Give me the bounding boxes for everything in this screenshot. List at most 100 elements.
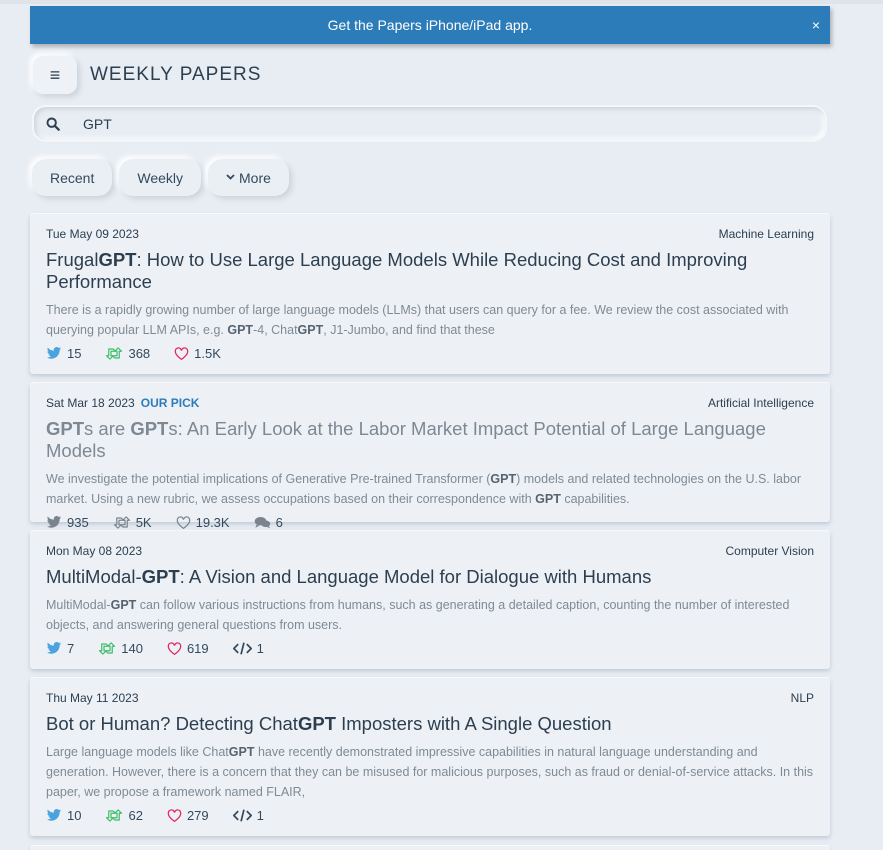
tweet[interactable]: 7 bbox=[46, 641, 74, 656]
comment-icon bbox=[254, 516, 276, 529]
paper-title[interactable]: FrugalGPT: How to Use Large Language Mod… bbox=[46, 249, 814, 293]
tweet[interactable]: 10 bbox=[46, 808, 81, 823]
app-banner[interactable]: Get the Papers iPhone/iPad app. × bbox=[30, 6, 830, 44]
weekly-button[interactable]: Weekly bbox=[119, 159, 202, 196]
paper-category[interactable]: NLP bbox=[791, 691, 814, 705]
banner-text[interactable]: Get the Papers iPhone/iPad app. bbox=[328, 17, 533, 33]
paper-stats: 10 62 279 1 bbox=[46, 808, 814, 823]
highlight-term: GPT bbox=[535, 492, 561, 506]
comment[interactable]: 6 bbox=[254, 515, 283, 530]
tweet-count: 935 bbox=[67, 515, 89, 530]
comment-count: 6 bbox=[275, 515, 283, 530]
retweet-icon bbox=[113, 516, 136, 529]
more-label: More bbox=[239, 169, 271, 186]
retweet[interactable]: 140 bbox=[98, 641, 143, 656]
like[interactable]: 619 bbox=[167, 641, 209, 656]
top-edge bbox=[0, 0, 883, 4]
text-segment: We investigate the potential implication… bbox=[46, 472, 491, 486]
page-title: WEEKLY PAPERS bbox=[90, 64, 262, 85]
like[interactable]: 19.3K bbox=[176, 515, 230, 530]
paper-date: Mon May 08 2023 bbox=[46, 544, 143, 558]
paper-date-group: Sat Mar 18 2023 OUR PICK bbox=[46, 396, 199, 410]
like-count: 1.5K bbox=[194, 346, 221, 361]
paper-card[interactable]: Thu May 11 2023 NLP Bot or Human? Detectin… bbox=[30, 678, 830, 836]
search-input[interactable] bbox=[83, 115, 783, 132]
tweet-count: 15 bbox=[67, 346, 82, 361]
highlight-term: GPT bbox=[297, 323, 324, 337]
like-icon bbox=[176, 516, 196, 529]
code[interactable]: 1 bbox=[232, 641, 264, 656]
code-count: 1 bbox=[256, 808, 264, 823]
text-segment: : A Vision and Language Model for Dialog… bbox=[179, 566, 652, 587]
text-segment: : How to Use Large Language Models While… bbox=[46, 249, 748, 292]
paper-date: Tue May 09 2023 bbox=[46, 227, 139, 241]
text-segment: MultiModal- bbox=[46, 598, 111, 612]
paper-category[interactable]: Machine Learning bbox=[719, 227, 814, 241]
retweet-count: 62 bbox=[128, 808, 143, 823]
paper-date: Sat Mar 18 2023 bbox=[46, 396, 135, 410]
paper-category[interactable]: Computer Vision bbox=[726, 544, 815, 558]
code[interactable]: 1 bbox=[232, 808, 264, 823]
paper-stats: 15 368 1.5K bbox=[46, 346, 814, 361]
hamburger-icon: ≡ bbox=[49, 64, 61, 85]
like-count: 279 bbox=[186, 808, 209, 823]
highlight-term: GPT bbox=[490, 472, 517, 486]
close-icon[interactable]: × bbox=[812, 18, 820, 32]
highlight-term: GPT bbox=[228, 745, 255, 759]
highlight-term: GPT bbox=[141, 566, 180, 587]
page-header: ≡ WEEKLY PAPERS bbox=[33, 56, 261, 94]
paper-meta: Mon May 08 2023 Computer Vision bbox=[46, 544, 814, 558]
highlight-term: GPT bbox=[110, 598, 137, 612]
menu-button[interactable]: ≡ bbox=[33, 56, 77, 94]
retweet-icon bbox=[98, 642, 121, 655]
text-segment: MultiModal- bbox=[46, 566, 142, 587]
paper-date: Thu May 11 2023 bbox=[46, 691, 139, 705]
code-icon bbox=[232, 809, 257, 822]
tweet[interactable]: 15 bbox=[46, 346, 81, 361]
paper-date-group: Mon May 08 2023 bbox=[46, 544, 142, 558]
more-button[interactable]: More bbox=[208, 159, 289, 196]
like-icon bbox=[167, 809, 187, 822]
our-pick-badge: OUR PICK bbox=[140, 396, 200, 410]
text-segment: capabilities. bbox=[560, 492, 630, 506]
paper-title[interactable]: GPTs are GPTs: An Early Look at the Labo… bbox=[46, 418, 814, 462]
paper-meta: Sat Mar 18 2023 OUR PICK Artificial Intell… bbox=[46, 396, 814, 410]
retweet[interactable]: 5K bbox=[113, 515, 152, 530]
retweet-icon bbox=[105, 809, 128, 822]
tweet-count: 10 bbox=[67, 808, 82, 823]
paper-title[interactable]: MultiModal-GPT: A Vision and Language Mo… bbox=[46, 566, 814, 588]
paper-card[interactable]: Sat Mar 18 2023 OUR PICK Artificial Intell… bbox=[30, 383, 830, 530]
paper-title[interactable]: Bot or Human? Detecting ChatGPT Imposter… bbox=[46, 713, 814, 735]
paper-abstract: There is a rapidly growing number of lar… bbox=[46, 300, 814, 340]
highlight-term: GPT bbox=[130, 418, 169, 439]
paper-card-partial bbox=[30, 846, 830, 850]
text-segment: Frugal bbox=[46, 249, 99, 270]
paper-date-group: Tue May 09 2023 bbox=[46, 227, 139, 241]
paper-abstract: MultiModal-GPT can follow various instru… bbox=[46, 595, 814, 635]
text-segment: Large language models like Chat bbox=[46, 745, 229, 759]
retweet-icon bbox=[105, 347, 128, 360]
paper-meta: Thu May 11 2023 NLP bbox=[46, 691, 814, 705]
paper-category[interactable]: Artificial Intelligence bbox=[708, 396, 814, 410]
search-icon bbox=[46, 117, 60, 131]
like-icon bbox=[174, 347, 194, 360]
code-count: 1 bbox=[256, 641, 264, 656]
search-bar[interactable] bbox=[34, 107, 825, 140]
paper-card[interactable]: Mon May 08 2023 Computer Vision MultiModal… bbox=[30, 531, 830, 669]
recent-button[interactable]: Recent bbox=[32, 159, 113, 196]
paper-abstract: We investigate the potential implication… bbox=[46, 469, 814, 509]
text-segment: s are bbox=[84, 418, 131, 439]
like[interactable]: 279 bbox=[167, 808, 209, 823]
retweet[interactable]: 62 bbox=[105, 808, 143, 823]
like[interactable]: 1.5K bbox=[174, 346, 221, 361]
paper-card[interactable]: Tue May 09 2023 Machine Learning FrugalGPT… bbox=[30, 214, 830, 374]
paper-abstract: Large language models like ChatGPT have … bbox=[46, 742, 814, 802]
tweet-icon bbox=[46, 347, 67, 360]
like-count: 619 bbox=[186, 641, 209, 656]
text-segment: Bot or Human? Detecting Chat bbox=[46, 713, 298, 734]
retweet[interactable]: 368 bbox=[105, 346, 150, 361]
tweet[interactable]: 935 bbox=[46, 515, 89, 530]
like-icon bbox=[167, 642, 187, 655]
highlight-term: GPT bbox=[297, 713, 336, 734]
paper-stats: 935 5K 19.3K 6 bbox=[46, 515, 814, 530]
